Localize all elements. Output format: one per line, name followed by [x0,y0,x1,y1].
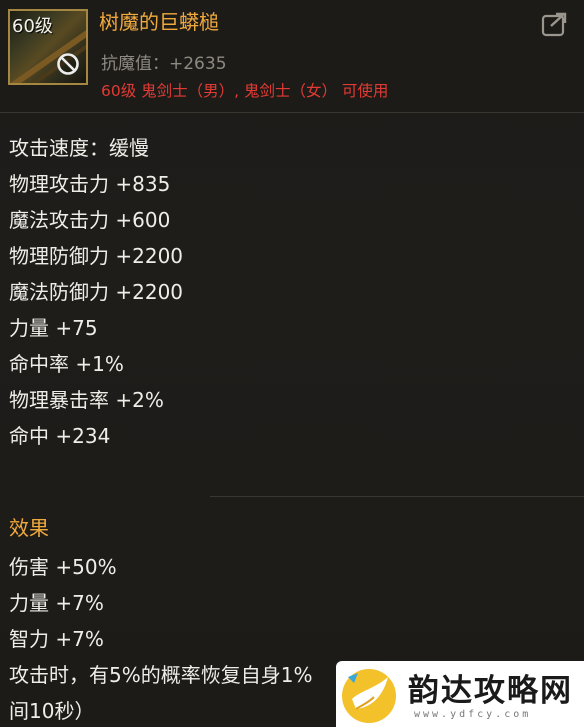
share-icon[interactable] [541,11,569,37]
stat-physical-defense: 物理防御力 +2200 [9,244,184,268]
anti-magic-value: 抗魔值：+2635 [101,54,227,74]
item-tooltip-panel: 60级 树魔的巨蟒槌 抗魔值：+2635 60级 鬼剑士（男）, 鬼剑士（女） … [0,0,584,727]
effect-damage: 伤害 +50% [9,555,117,579]
stat-magic-defense: 魔法防御力 +2200 [9,280,184,304]
effect-strength: 力量 +7% [9,591,104,615]
stat-attack-speed: 攻击速度：缓慢 [9,136,149,160]
site-watermark: 韵达攻略网 www.ydfcy.com [336,661,584,727]
watermark-text: 韵达攻略网 [408,673,573,709]
stat-hit: 命中 +234 [9,424,111,448]
effect-list: 伤害 +50% 力量 +7% 智力 +7% 攻击时，有5%的概率恢复自身1% 间… [9,549,312,727]
stat-magic-attack: 魔法攻击力 +600 [9,208,171,232]
effect-intelligence: 智力 +7% [9,627,104,651]
effect-on-attack-recover: 攻击时，有5%的概率恢复自身1% [9,663,313,687]
stat-list: 攻击速度：缓慢 物理攻击力 +835 魔法攻击力 +600 物理防御力 +220… [9,130,183,454]
stat-physical-attack: 物理攻击力 +835 [9,172,171,196]
site-logo-icon [342,669,396,723]
item-name: 树魔的巨蟒槌 [99,10,219,34]
hammer-weapon-icon[interactable]: 60级 [8,9,88,85]
stat-physical-crit: 物理暴击率 +2% [9,388,164,412]
class-requirement: 60级 鬼剑士（男）, 鬼剑士（女） 可使用 [101,82,389,100]
stat-hit-rate: 命中率 +1% [9,352,124,376]
item-header: 60级 树魔的巨蟒槌 抗魔值：+2635 60级 鬼剑士（男）, 鬼剑士（女） … [0,0,584,113]
watermark-url: www.ydfcy.com [414,709,532,720]
section-divider [210,496,584,497]
prohibit-icon [57,53,79,75]
effect-cooldown: 间10秒） [9,699,95,723]
effects-heading: 效果 [9,516,49,540]
stat-strength: 力量 +75 [9,316,98,340]
item-level-tag: 60级 [12,16,53,37]
